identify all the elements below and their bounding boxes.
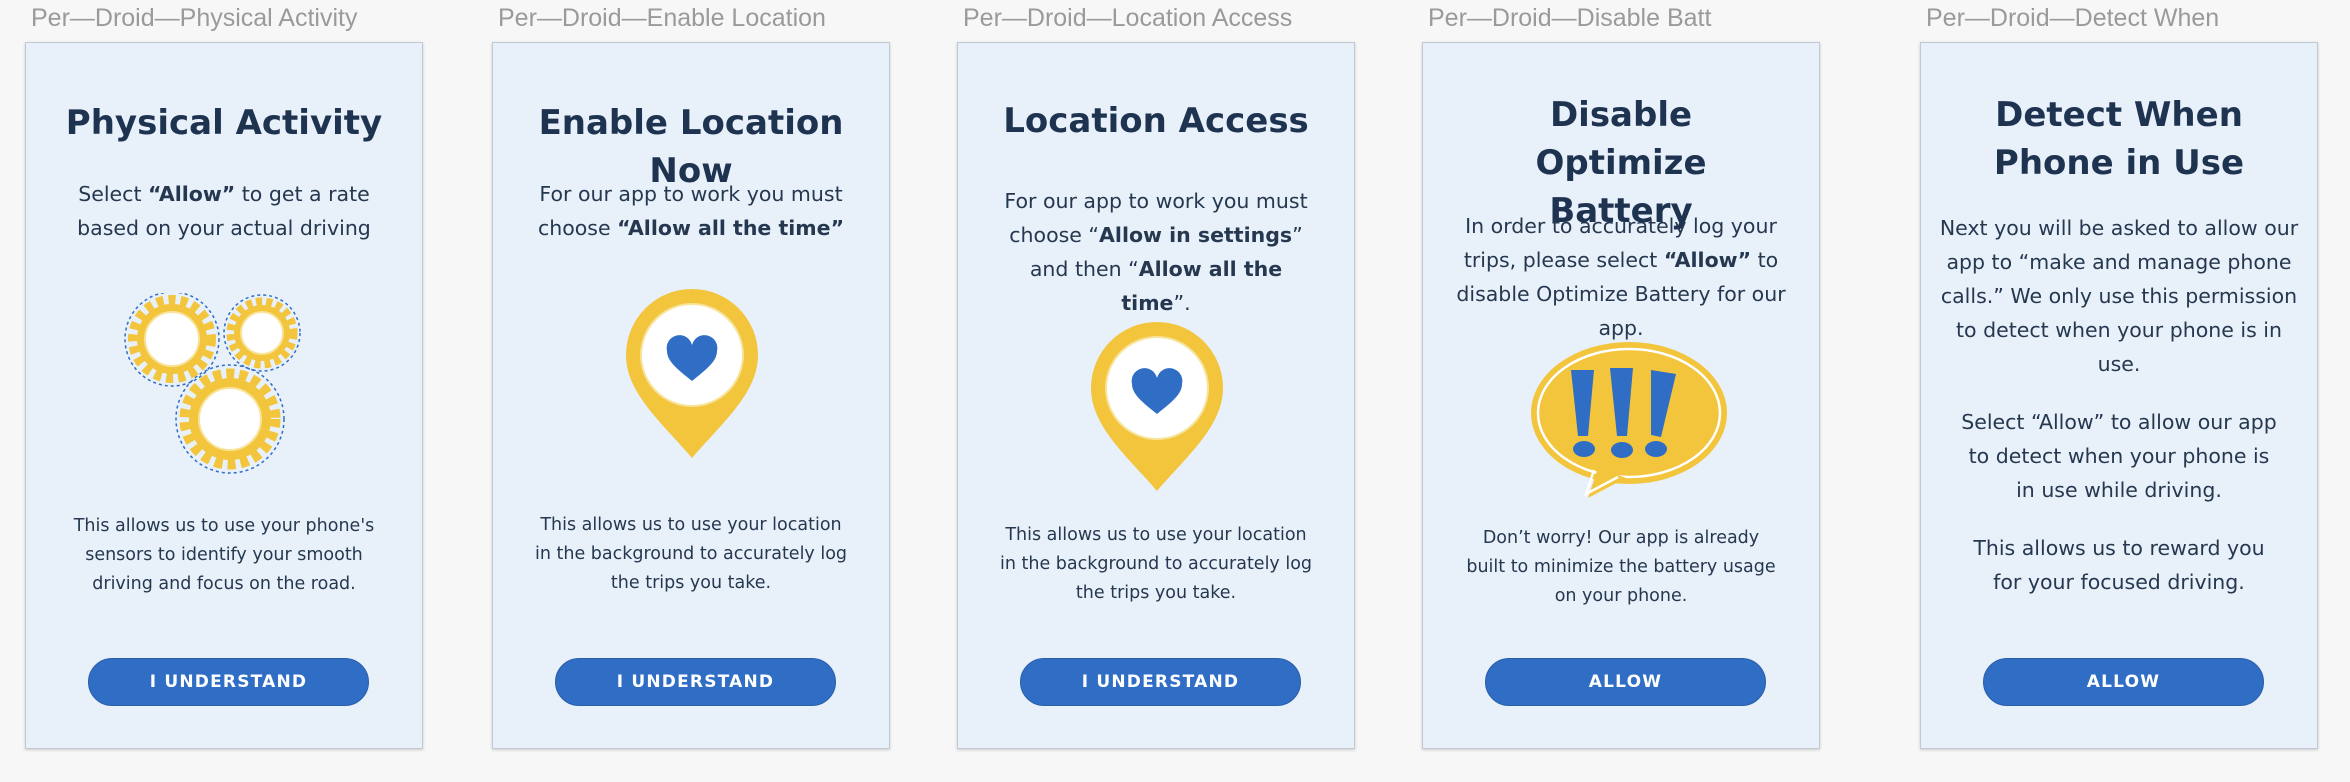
frame-label-location-access: Per—Droid—Location Access — [963, 4, 1293, 32]
enable-location-card: Enable Location Now For our app to work … — [492, 42, 890, 749]
allow-all-the-time-emphasis: Allow all the time — [1121, 257, 1283, 315]
frame-label-enable-location: Per—Droid—Enable Location — [498, 4, 826, 32]
i-understand-button[interactable]: I UNDERSTAND — [88, 658, 369, 706]
card-body: Select “Allow” to get a rate based on yo… — [56, 177, 392, 245]
i-understand-button[interactable]: I UNDERSTAND — [555, 658, 836, 706]
detect-phone-use-card: Detect When Phone in Use Next you will b… — [1920, 42, 2318, 749]
reward-explanation: This allows us to reward you for your fo… — [1973, 536, 2265, 594]
card-note: This allows us to use your location in t… — [999, 525, 1313, 603]
allow-instruction: Select “Allow” to allow our app to detec… — [1961, 410, 2277, 502]
location-heart-pin-icon — [626, 289, 758, 458]
disable-battery-card: Disable Optimize Battery In order to acc… — [1422, 42, 1820, 749]
body-text-part: ”. — [1173, 291, 1191, 315]
frame-label-disable-battery: Per—Droid—Disable Batt — [1428, 4, 1712, 32]
card-title: Detect When Phone in Use — [1993, 95, 2245, 183]
allow-all-the-time-emphasis: “Allow all the time” — [617, 216, 845, 240]
card-title: Location Access — [1003, 101, 1309, 141]
allow-button[interactable]: ALLOW — [1983, 658, 2264, 706]
allow-emphasis: “Allow” — [1663, 248, 1752, 272]
exclamation-speech-bubble-icon — [1531, 342, 1727, 498]
body-text-part: Select — [78, 182, 148, 206]
physical-activity-card: Physical Activity Select “Allow” to get … — [25, 42, 423, 749]
card-body: For our app to work you must choose “All… — [998, 184, 1314, 320]
location-access-card: Location Access For our app to work you … — [957, 42, 1355, 749]
location-heart-pin-icon — [1091, 322, 1223, 491]
i-understand-button[interactable]: I UNDERSTAND — [1020, 658, 1301, 706]
card-note: Don’t worry! Our app is already built to… — [1466, 528, 1776, 606]
card-title: Physical Activity — [65, 103, 383, 143]
card-body: For our app to work you must choose “All… — [533, 177, 849, 245]
frame-label-physical-activity: Per—Droid—Physical Activity — [31, 4, 358, 32]
allow-in-settings-emphasis: Allow in settings — [1099, 223, 1293, 247]
frame-label-detect-when: Per—Droid—Detect When — [1926, 4, 2220, 32]
card-body: Next you will be asked to allow our app … — [1939, 211, 2299, 623]
allow-emphasis: “Allow” — [148, 182, 236, 206]
allow-button[interactable]: ALLOW — [1485, 658, 1766, 706]
gears-icon — [124, 293, 301, 474]
permission-explanation: Next you will be asked to allow our app … — [1939, 216, 2299, 376]
card-note: This allows us to use your phone's senso… — [73, 516, 375, 594]
card-body: In order to accurately log your trips, p… — [1443, 209, 1799, 345]
card-note: This allows us to use your location in t… — [534, 515, 848, 593]
